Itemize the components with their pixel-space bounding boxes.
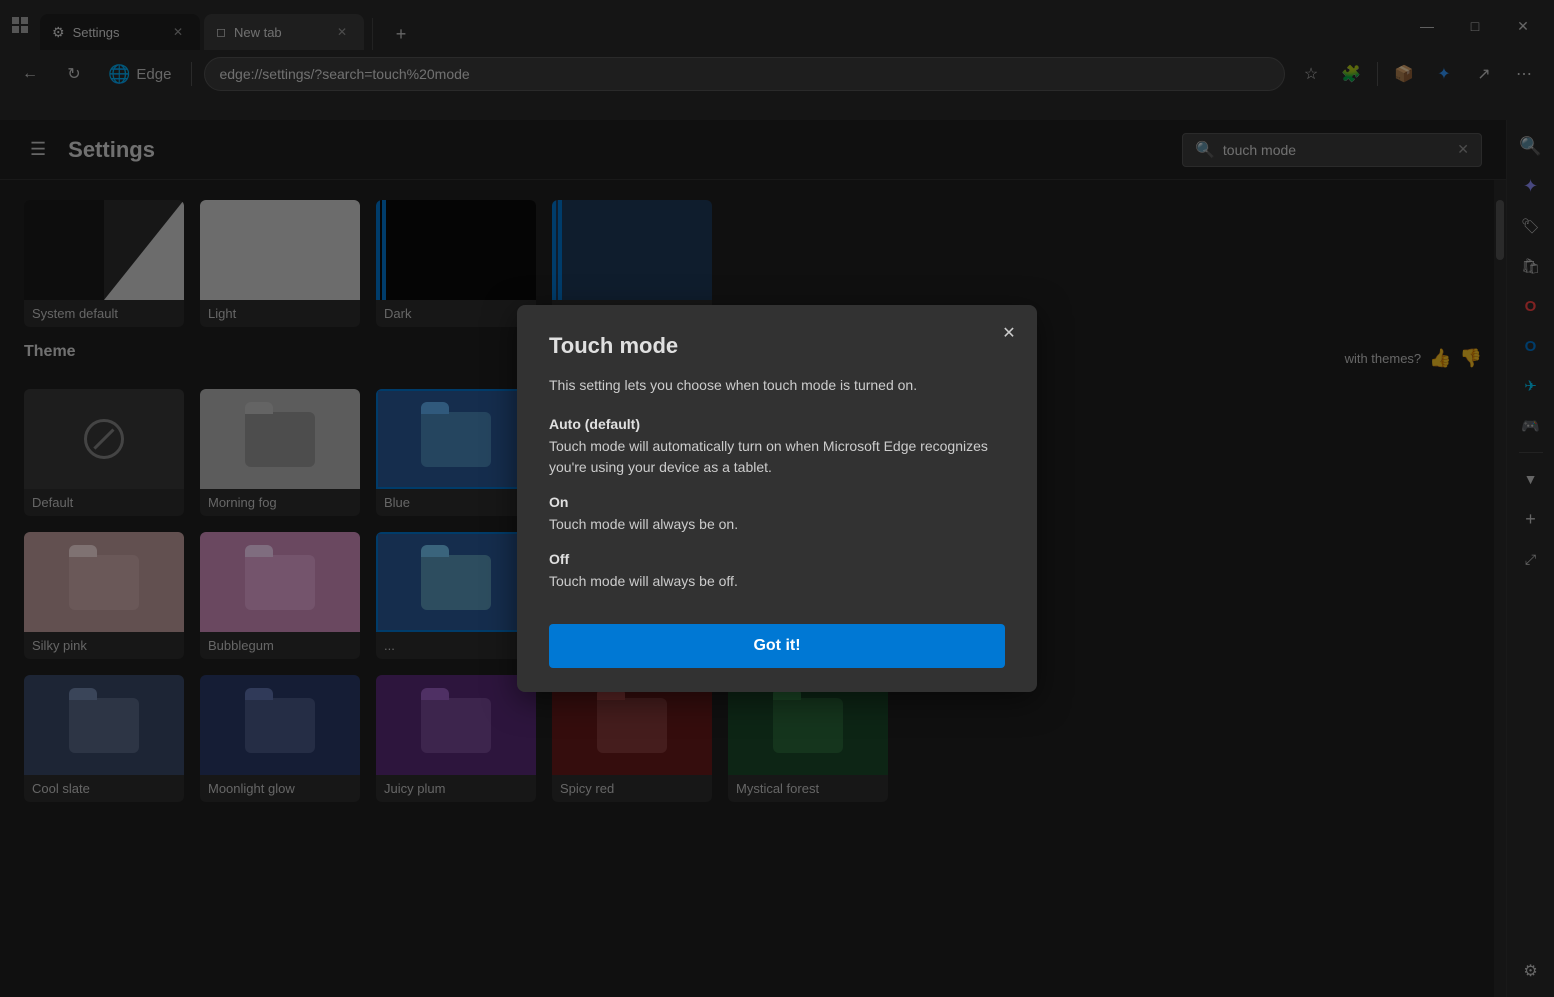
modal-off-section: Off Touch mode will always be off. bbox=[549, 551, 1005, 592]
modal-auto-title: Auto (default) bbox=[549, 416, 1005, 432]
modal-close-button[interactable]: ✕ bbox=[993, 317, 1025, 349]
modal-title: Touch mode bbox=[549, 333, 1005, 359]
modal-auto-desc: Touch mode will automatically turn on wh… bbox=[549, 436, 1005, 478]
modal-off-title: Off bbox=[549, 551, 1005, 567]
modal-on-section: On Touch mode will always be on. bbox=[549, 494, 1005, 535]
touch-mode-modal: ✕ Touch mode This setting lets you choos… bbox=[517, 305, 1037, 692]
modal-auto-section: Auto (default) Touch mode will automatic… bbox=[549, 416, 1005, 478]
modal-off-desc: Touch mode will always be off. bbox=[549, 571, 1005, 592]
modal-on-desc: Touch mode will always be on. bbox=[549, 514, 1005, 535]
modal-on-title: On bbox=[549, 494, 1005, 510]
modal-overlay: ✕ Touch mode This setting lets you choos… bbox=[0, 0, 1554, 997]
got-it-button[interactable]: Got it! bbox=[549, 624, 1005, 668]
modal-description: This setting lets you choose when touch … bbox=[549, 375, 1005, 396]
